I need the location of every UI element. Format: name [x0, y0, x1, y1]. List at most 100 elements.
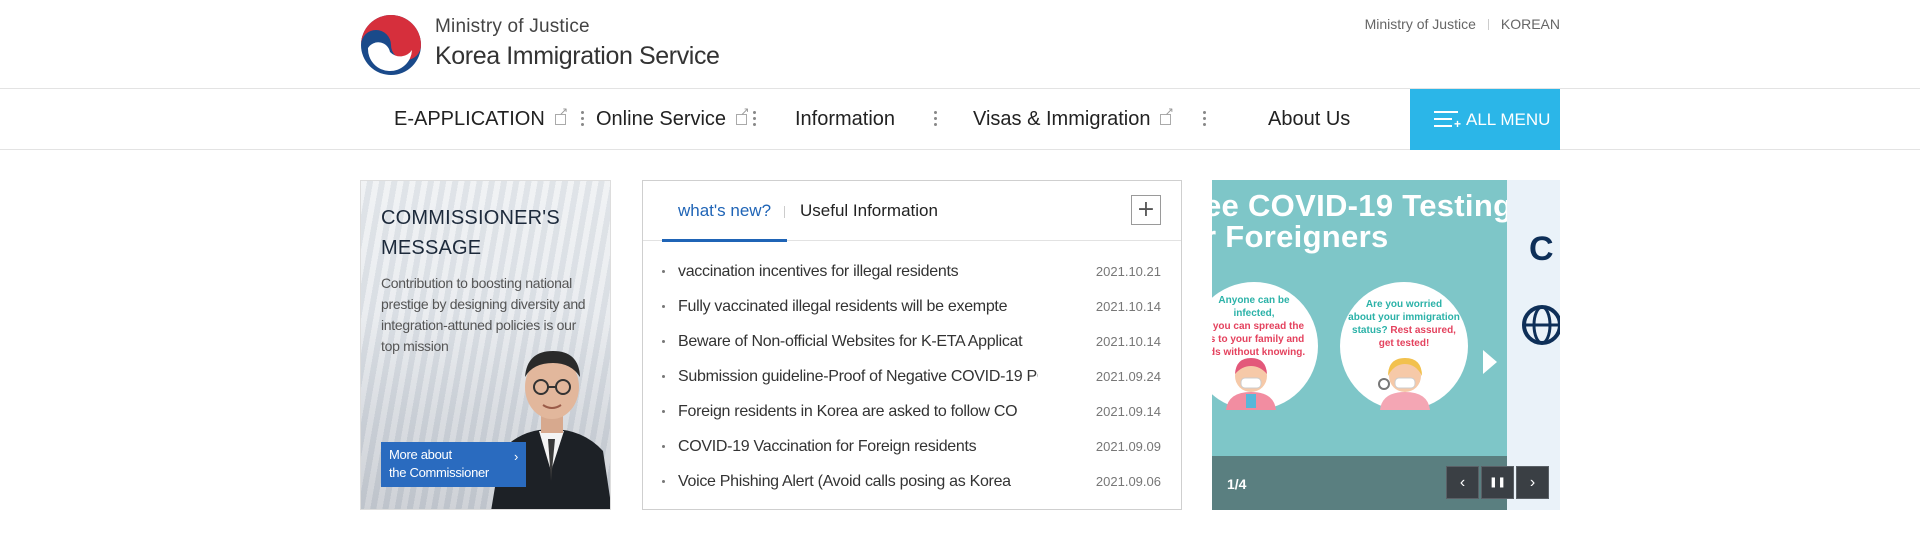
news-title[interactable]: Fully vaccinated illegal residents will … [678, 289, 1038, 324]
pause-slide-button[interactable]: ❚❚ [1481, 466, 1514, 499]
child-mask-illustration-icon [1226, 358, 1276, 410]
banner-slide: ee COVID-19 Testing r Foreigners Anyone … [1212, 180, 1512, 510]
news-tabs: what's new? Useful Information + [643, 181, 1181, 242]
news-title[interactable]: vaccination incentives for illegal resid… [678, 254, 1038, 289]
prev-slide-button[interactable]: ‹ [1446, 466, 1479, 499]
banner-title-line1: ee COVID-19 Testing [1212, 188, 1513, 223]
news-item[interactable]: Foreign residents in Korea are asked to … [643, 394, 1181, 429]
nav-item-visas-immigration[interactable]: Visas & Immigration [973, 89, 1174, 150]
more-label-line2: the Commissioner [389, 465, 489, 480]
logo-service-text[interactable]: Korea Immigration Service [435, 42, 720, 71]
person-mask-illustration-icon [1378, 358, 1430, 410]
nav-item-e-application[interactable]: E-APPLICATION [394, 89, 568, 150]
nav-label: Online Service [596, 108, 727, 130]
util-link-korean[interactable]: KOREAN [1501, 16, 1560, 32]
bubble1-line4: us to your family and [1212, 334, 1305, 345]
nav-divider-dots-icon [581, 111, 584, 127]
nav-item-online-service[interactable]: Online Service [596, 89, 749, 150]
side-letter: C [1529, 230, 1554, 268]
more-news-plus-button[interactable]: + [1131, 195, 1161, 225]
nav-divider-dots-icon [1203, 111, 1206, 127]
news-date: 2021.09.14 [1095, 404, 1161, 419]
bullet-icon [662, 340, 665, 343]
nav-label: About Us [1268, 108, 1351, 130]
nav-label: E-APPLICATION [394, 108, 545, 130]
site-header: Ministry of Justice Korea Immigration Se… [0, 0, 1920, 89]
news-title[interactable]: Submission guideline-Proof of Negative C… [678, 359, 1038, 394]
banner-title: ee COVID-19 Testing r Foreigners [1212, 190, 1512, 252]
news-item[interactable]: Submission guideline-Proof of Negative C… [643, 359, 1181, 394]
nav-divider-dots-icon [753, 111, 756, 127]
news-date: 2021.10.21 [1095, 264, 1161, 279]
commissioner-title: COMMISSIONER'S MESSAGE [381, 207, 560, 259]
news-title[interactable]: Beware of Non-official Websites for K-ET… [678, 324, 1038, 359]
taegeuk-logo-icon[interactable] [360, 14, 422, 76]
news-item[interactable]: Voice Phishing Alert (Avoid calls posing… [643, 464, 1181, 499]
globe-icon [1522, 305, 1560, 345]
menu-icon: + [1434, 111, 1461, 130]
chevron-left-icon: ‹ [1459, 474, 1466, 491]
logo-ministry-text[interactable]: Ministry of Justice [435, 16, 590, 38]
utility-links: Ministry of Justice KOREAN [1365, 16, 1560, 32]
bubble1-line1: Anyone can be [1218, 295, 1290, 306]
all-menu-label: ALL MENU [1466, 110, 1551, 129]
news-item[interactable]: COVID-19 Vaccination for Foreign residen… [643, 429, 1181, 464]
banner-title-line2: r Foreigners [1212, 219, 1389, 254]
main-nav: E-APPLICATION Online Service Information… [0, 89, 1920, 150]
news-date: 2021.09.06 [1095, 474, 1161, 489]
bubble1-line3: d you can spread the [1212, 321, 1305, 332]
tab-divider [784, 206, 785, 218]
bullet-icon [662, 410, 665, 413]
news-item[interactable]: Beware of Non-official Websites for K-ET… [643, 324, 1181, 359]
bullet-icon [662, 480, 665, 483]
tab-useful-information[interactable]: Useful Information [800, 181, 938, 241]
more-about-commissioner-button[interactable]: More about the Commissioner › [381, 442, 526, 487]
nav-item-about-us[interactable]: About Us [1268, 89, 1350, 150]
next-slide-button[interactable]: › [1516, 466, 1549, 499]
commissioner-message-card[interactable]: COMMISSIONER'S MESSAGE Contribution to b… [360, 180, 611, 510]
util-link-ministry[interactable]: Ministry of Justice [1365, 16, 1476, 32]
news-title[interactable]: Voice Phishing Alert (Avoid calls posing… [678, 464, 1038, 499]
all-menu-button[interactable]: + ALL MENU [1410, 89, 1560, 150]
nav-item-information[interactable]: Information [795, 89, 895, 150]
next-slide-title-fragment: C [1529, 192, 1554, 268]
bubble2-line2: about your immigration [1348, 312, 1460, 323]
external-link-icon [736, 106, 749, 125]
bubble2-line4: Rest assured, [1390, 325, 1456, 336]
news-title[interactable]: Foreign residents in Korea are asked to … [678, 394, 1038, 429]
pause-icon: ❚❚ [1489, 477, 1506, 488]
external-link-icon [1160, 106, 1174, 125]
page: Ministry of Justice Korea Immigration Se… [0, 0, 1920, 536]
news-title[interactable]: COVID-19 Vaccination for Foreign residen… [678, 429, 1038, 464]
news-item[interactable]: vaccination incentives for illegal resid… [643, 254, 1181, 289]
bullet-icon [662, 445, 665, 448]
bullet-icon [662, 375, 665, 378]
bubble-pointer [1483, 350, 1497, 374]
bullet-icon [662, 305, 665, 308]
bubble2-line3: status? [1352, 325, 1388, 336]
news-panel: what's new? Useful Information + vaccina… [642, 180, 1182, 510]
more-label-line1: More about [389, 447, 452, 462]
info-bubble-infected: Anyone can be infected, d you can spread… [1212, 282, 1318, 410]
news-item[interactable]: Fully vaccinated illegal residents will … [643, 289, 1181, 324]
util-divider [1487, 18, 1489, 30]
news-date: 2021.10.14 [1095, 334, 1161, 349]
nav-divider-dots-icon [934, 111, 937, 127]
chevron-right-icon: › [513, 449, 518, 464]
covid-testing-banner[interactable]: ee COVID-19 Testing r Foreigners Anyone … [1212, 180, 1560, 510]
bullet-icon [662, 270, 665, 273]
bubble2-line1: Are you worried [1365, 299, 1443, 310]
external-link-icon [554, 106, 568, 125]
news-date: 2021.09.24 [1095, 369, 1161, 384]
bubble1-line2: infected, [1233, 308, 1275, 319]
news-date: 2021.09.09 [1095, 439, 1161, 454]
news-list: vaccination incentives for illegal resid… [643, 254, 1181, 499]
slide-counter: 1/4 [1227, 476, 1247, 492]
tab-whats-new[interactable]: what's new? [661, 181, 788, 242]
bubble2-line5: get tested! [1378, 338, 1430, 349]
chevron-right-icon: › [1529, 474, 1536, 491]
nav-label: Visas & Immigration [973, 108, 1151, 130]
news-date: 2021.10.14 [1095, 299, 1161, 314]
nav-label: Information [795, 108, 896, 130]
info-bubble-worried: Are you worried about your immigration s… [1340, 282, 1468, 410]
